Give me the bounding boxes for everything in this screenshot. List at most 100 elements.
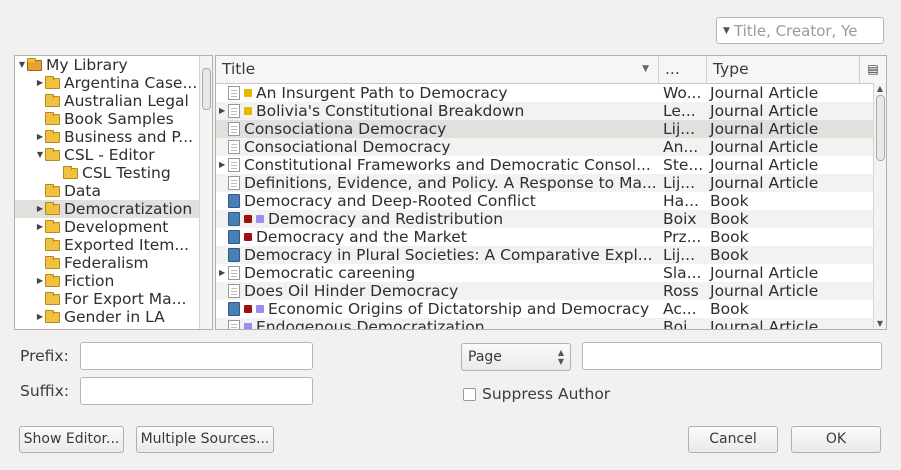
- collection-item[interactable]: Exported Item...: [15, 236, 212, 254]
- expand-toggle-icon[interactable]: ▼: [17, 56, 27, 74]
- collection-item[interactable]: For Export Ma...: [15, 290, 212, 308]
- item-creator: Sla...: [663, 264, 702, 282]
- collection-label: Fiction: [64, 272, 115, 290]
- collection-item[interactable]: Data: [15, 182, 212, 200]
- search-mode-dropdown-icon[interactable]: ▼: [723, 26, 730, 36]
- item-title: Endogenous Democratization: [256, 318, 485, 330]
- multiple-sources-button[interactable]: Multiple Sources...: [136, 426, 274, 453]
- collection-label: Australian Legal: [64, 92, 189, 110]
- expand-toggle-icon[interactable]: ▶: [35, 308, 45, 326]
- column-header-type[interactable]: Type: [707, 56, 860, 83]
- collection-item[interactable]: ▼ My Library: [15, 56, 212, 74]
- suppress-author-label: Suppress Author: [482, 385, 611, 403]
- collection-item[interactable]: ▶ Argentina Case...: [15, 74, 212, 92]
- item-title: Definitions, Evidence, and Policy. A Res…: [244, 174, 657, 192]
- collection-label: Business and P...: [64, 128, 194, 146]
- collection-label: Data: [64, 182, 102, 200]
- item-row[interactable]: ▶ Bolivia's Constitutional Breakdown Le...…: [216, 102, 886, 120]
- item-row[interactable]: Definitions, Evidence, and Policy. A Res…: [216, 174, 886, 192]
- expand-toggle-icon[interactable]: ▶: [35, 128, 45, 146]
- item-row[interactable]: ▶ Democratic careening Sla... Journal Artic…: [216, 264, 886, 282]
- item-title: Consociational Democracy: [244, 138, 451, 156]
- journal-article-icon: [228, 122, 240, 136]
- expand-toggle-icon[interactable]: ▶: [219, 156, 228, 174]
- book-icon: [228, 248, 240, 262]
- collection-item[interactable]: Book Samples: [15, 110, 212, 128]
- item-type: Journal Article: [710, 102, 819, 120]
- journal-article-icon: [228, 284, 240, 298]
- journal-article-icon: [228, 320, 240, 329]
- item-row[interactable]: Democracy and Redistribution Boix Book: [216, 210, 886, 228]
- collection-item[interactable]: ▶ Gender in LA: [15, 308, 212, 326]
- expand-toggle-icon[interactable]: ▶: [219, 102, 228, 120]
- suppress-author-checkbox-box[interactable]: [463, 387, 476, 401]
- item-row[interactable]: Democracy and Deep-Rooted Conflict Ha... B…: [216, 192, 886, 210]
- search-box[interactable]: ▼: [716, 17, 884, 44]
- item-type: Book: [710, 300, 749, 318]
- collection-item[interactable]: ▶ Development: [15, 218, 212, 236]
- collection-item[interactable]: ▶ Business and P...: [15, 128, 212, 146]
- collection-item[interactable]: CSL Testing: [15, 164, 212, 182]
- folder-icon: [45, 75, 60, 89]
- item-row[interactable]: Consociational Democracy An... Journal Art…: [216, 138, 886, 156]
- expand-toggle-icon[interactable]: ▶: [35, 218, 45, 236]
- item-title-cell: ▶ Constitutional Frameworks and Democrati…: [216, 156, 659, 174]
- collection-item[interactable]: ▼ CSL - Editor: [15, 146, 212, 164]
- scroll-up-arrow-icon[interactable]: ▲: [874, 84, 886, 93]
- suffix-field[interactable]: [80, 377, 313, 405]
- items-table[interactable]: Title ▼ ... Type ▤ An Insurgent Path to …: [215, 55, 887, 330]
- item-type: Journal Article: [710, 174, 819, 192]
- search-input[interactable]: [733, 21, 872, 40]
- items-table-scrollbar[interactable]: ▲ ▼: [873, 83, 886, 329]
- collection-label: My Library: [46, 56, 128, 74]
- column-header-title[interactable]: Title ▼: [216, 56, 659, 83]
- item-row[interactable]: An Insurgent Path to Democracy Wo... Journ…: [216, 84, 886, 102]
- expand-toggle-icon[interactable]: ▶: [35, 200, 45, 218]
- locator-field[interactable]: [582, 342, 882, 370]
- collection-tree-scrollbar[interactable]: [199, 56, 212, 329]
- journal-article-icon: [228, 266, 240, 280]
- item-title: Economic Origins of Dictatorship and Dem…: [268, 300, 650, 318]
- item-row[interactable]: Does Oil Hinder Democracy Ross Journal Art…: [216, 282, 886, 300]
- expand-toggle-icon[interactable]: ▶: [219, 264, 228, 282]
- show-editor-button[interactable]: Show Editor...: [19, 426, 124, 453]
- prefix-field[interactable]: [80, 342, 313, 370]
- collection-item[interactable]: Australian Legal: [15, 92, 212, 110]
- item-creator: An...: [663, 138, 699, 156]
- expand-toggle-icon[interactable]: ▶: [35, 272, 45, 290]
- item-row[interactable]: Consociationa Democracy Lij... Journal Art…: [216, 120, 886, 138]
- item-row[interactable]: Democracy and the Market Prz... Book: [216, 228, 886, 246]
- expand-toggle-icon[interactable]: ▶: [35, 74, 45, 92]
- folder-icon: [63, 165, 78, 179]
- item-row[interactable]: Endogenous Democratization Boi... Journal …: [216, 318, 886, 330]
- collection-tree[interactable]: ▼ My Library ▶ Argentina Case... Australian …: [14, 55, 213, 330]
- column-header-title-label: Title: [222, 60, 256, 78]
- item-title: Democracy and Deep-Rooted Conflict: [244, 192, 536, 210]
- items-table-scroll-thumb[interactable]: [876, 95, 885, 161]
- suffix-label: Suffix:: [20, 382, 70, 400]
- locator-type-select[interactable]: Page ▲ ▼: [461, 343, 571, 371]
- column-picker-icon[interactable]: ▤: [860, 56, 886, 83]
- journal-article-icon: [228, 176, 240, 190]
- item-title-cell: Definitions, Evidence, and Policy. A Res…: [216, 174, 659, 192]
- item-row[interactable]: ▶ Constitutional Frameworks and Democrati…: [216, 156, 886, 174]
- scroll-down-arrow-icon[interactable]: ▼: [874, 319, 886, 328]
- cancel-button[interactable]: Cancel: [688, 426, 778, 453]
- item-title-cell: Consociational Democracy: [216, 138, 659, 156]
- expand-toggle-icon[interactable]: ▼: [35, 146, 45, 164]
- suppress-author-checkbox[interactable]: Suppress Author: [463, 385, 610, 403]
- collection-item[interactable]: Federalism: [15, 254, 212, 272]
- collection-item[interactable]: ▶ Fiction: [15, 272, 212, 290]
- collection-tree-scroll-thumb[interactable]: [202, 68, 211, 110]
- item-title: Constitutional Frameworks and Democratic…: [244, 156, 651, 174]
- item-title-cell: Endogenous Democratization: [216, 318, 659, 330]
- collection-item[interactable]: ▶ Democratization: [15, 200, 212, 218]
- colored-tag-icon: [256, 215, 264, 223]
- item-row[interactable]: Democracy in Plural Societies: A Compara…: [216, 246, 886, 264]
- collection-label: Gender in LA: [64, 308, 165, 326]
- ok-button[interactable]: OK: [791, 426, 881, 453]
- book-icon: [228, 230, 240, 244]
- column-header-creator[interactable]: ...: [659, 56, 707, 83]
- item-row[interactable]: Economic Origins of Dictatorship and Dem…: [216, 300, 886, 318]
- folder-icon: [45, 219, 60, 233]
